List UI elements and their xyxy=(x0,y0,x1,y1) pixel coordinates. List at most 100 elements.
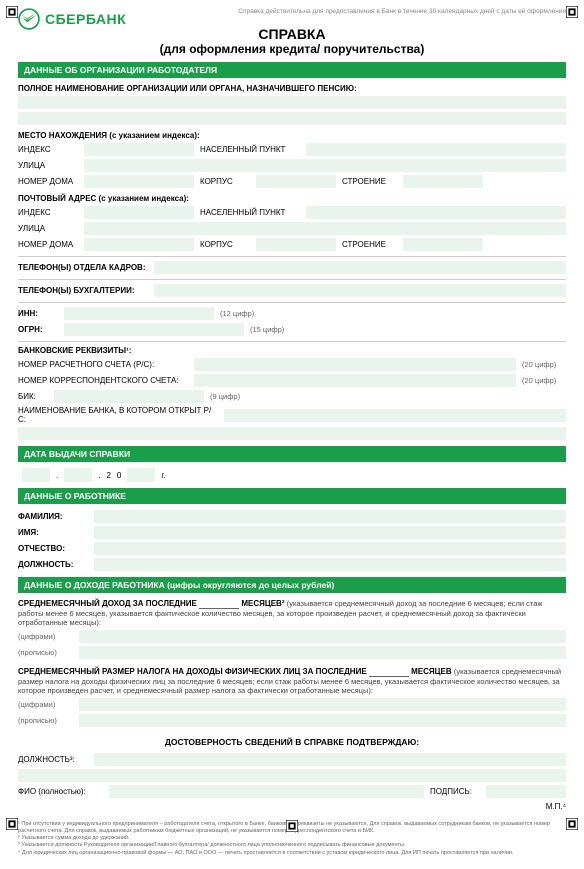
firstname[interactable] xyxy=(94,526,566,539)
location-label: МЕСТО НАХОЖДЕНИЯ (с указанием индекса): xyxy=(18,131,566,140)
date-year-tail[interactable] xyxy=(127,468,155,482)
validity-note: Справка действительна для предоставления… xyxy=(238,8,566,15)
post-settlement-label: НАСЕЛЕННЫЙ ПУНКТ xyxy=(200,208,300,217)
bank-name[interactable] xyxy=(224,409,566,422)
building-label: СТРОЕНИЕ xyxy=(342,177,397,186)
rs[interactable] xyxy=(194,358,516,371)
section-income: ДАННЫЕ О ДОХОДЕ РАБОТНИКА (цифры округля… xyxy=(18,577,566,593)
fio[interactable] xyxy=(109,785,424,798)
footnote-2: ² Указывается сумма дохода до удержаний. xyxy=(18,835,566,842)
patronymic-label: ОТЧЕСТВО: xyxy=(18,544,88,553)
date-y1: 2 xyxy=(106,471,110,480)
rs-label: НОМЕР РАСЧЕТНОГО СЧЕТА (Р/С): xyxy=(18,360,188,369)
section-employee: ДАННЫЕ О РАБОТНИКЕ xyxy=(18,488,566,504)
inn[interactable] xyxy=(64,307,214,320)
sberbank-icon xyxy=(18,8,40,30)
post-building-label: СТРОЕНИЕ xyxy=(342,240,397,249)
words-label-2: (прописью) xyxy=(18,716,73,725)
date-day[interactable] xyxy=(22,468,50,482)
ogrn[interactable] xyxy=(64,323,244,336)
subtitle: (для оформления кредита/ поручительства) xyxy=(18,42,566,56)
bank-name-2[interactable] xyxy=(18,427,566,440)
street-label: УЛИЦА xyxy=(18,161,78,170)
org-fullname-1[interactable] xyxy=(18,96,566,109)
post-settlement[interactable] xyxy=(306,206,566,219)
post-street[interactable] xyxy=(84,222,566,235)
bik[interactable] xyxy=(54,390,204,403)
bik-hint: (9 цифр) xyxy=(210,392,240,401)
inn-label: ИНН: xyxy=(18,309,58,318)
brand-text: СБЕРБАНК xyxy=(45,11,126,27)
tax-b: МЕСЯЦЕВ xyxy=(411,667,451,676)
logo: СБЕРБАНК xyxy=(18,8,126,30)
hr-phone-label: ТЕЛЕФОН(Ы) ОТДЕЛА КАДРОВ: xyxy=(18,263,148,272)
inn-hint: (12 цифр) xyxy=(220,309,254,318)
position[interactable] xyxy=(94,558,566,571)
bik-label: БИК: xyxy=(18,392,48,401)
section-organization: ДАННЫЕ ОБ ОРГАНИЗАЦИИ РАБОТОДАТЕЛЯ xyxy=(18,62,566,78)
house-label: НОМЕР ДОМА xyxy=(18,177,78,186)
position-label: ДОЛЖНОСТЬ: xyxy=(18,560,88,569)
section-date: ДАТА ВЫДАЧИ СПРАВКИ xyxy=(18,446,566,462)
post-idx-label: ИНДЕКС xyxy=(18,208,78,217)
idx-label: ИНДЕКС xyxy=(18,145,78,154)
settlement-label: НАСЕЛЕННЫЙ ПУНКТ xyxy=(200,145,300,154)
ks[interactable] xyxy=(194,374,516,387)
loc-house[interactable] xyxy=(84,175,194,188)
bank-name-label: НАИМЕНОВАНИЕ БАНКА, В КОТОРОМ ОТКРЫТ Р/С… xyxy=(18,406,218,424)
korpus-label: КОРПУС xyxy=(200,177,250,186)
signer-position-2[interactable] xyxy=(18,769,566,782)
words-label-1: (прописью) xyxy=(18,648,73,657)
post-house[interactable] xyxy=(84,238,194,251)
signer-position[interactable] xyxy=(94,753,566,766)
post-korpus-label: КОРПУС xyxy=(200,240,250,249)
acc-phone[interactable] xyxy=(154,284,566,297)
date-y2: 0 xyxy=(117,471,121,480)
patronymic[interactable] xyxy=(94,542,566,555)
name-label: ИМЯ: xyxy=(18,528,88,537)
loc-settlement[interactable] xyxy=(306,143,566,156)
hr-phone[interactable] xyxy=(154,261,566,274)
loc-idx[interactable] xyxy=(84,143,194,156)
ks-hint: (20 цифр) xyxy=(522,376,566,385)
post-house-label: НОМЕР ДОМА xyxy=(18,240,78,249)
mp-label: М.П.⁴ xyxy=(18,802,566,811)
income-words[interactable] xyxy=(79,646,566,659)
rs-hint: (20 цифр) xyxy=(522,360,566,369)
loc-street[interactable] xyxy=(84,159,566,172)
fiducial-top-right xyxy=(566,6,578,18)
surname[interactable] xyxy=(94,510,566,523)
post-label: ПОЧТОВЫЙ АДРЕС (с указанием индекса): xyxy=(18,194,566,203)
avg-income-months[interactable] xyxy=(199,599,239,609)
fiducial-bottom-left xyxy=(6,818,18,830)
income-digits[interactable] xyxy=(79,630,566,643)
tax-months[interactable] xyxy=(369,667,409,677)
surname-label: ФАМИЛИЯ: xyxy=(18,512,88,521)
post-korpus[interactable] xyxy=(256,238,336,251)
signature[interactable] xyxy=(486,785,566,798)
avg-income-a: СРЕДНЕМЕСЯЧНЫЙ ДОХОД ЗА ПОСЛЕДНИЕ xyxy=(18,599,197,608)
org-fullname-2[interactable] xyxy=(18,112,566,125)
digits-label-1: (цифрами) xyxy=(18,632,73,641)
tax-words[interactable] xyxy=(79,714,566,727)
date-month[interactable] xyxy=(64,468,92,482)
footnote-4: ⁴ Для юридических лиц организационно-пра… xyxy=(18,850,566,857)
tax-digits[interactable] xyxy=(79,698,566,711)
digits-label-2: (цифрами) xyxy=(18,700,73,709)
ogrn-label: ОГРН: xyxy=(18,325,58,334)
loc-korpus[interactable] xyxy=(256,175,336,188)
acc-phone-label: ТЕЛЕФОН(Ы) БУХГАЛТЕРИИ: xyxy=(18,286,148,295)
fio-label: ФИО (полностью): xyxy=(18,787,103,796)
loc-building[interactable] xyxy=(403,175,483,188)
date-tail: г. xyxy=(161,471,165,480)
fiducial-bottom-center xyxy=(286,820,298,832)
post-idx[interactable] xyxy=(84,206,194,219)
bank-req-label: БАНКОВСКИЕ РЕКВИЗИТЫ¹: xyxy=(18,346,566,355)
post-street-label: УЛИЦА xyxy=(18,224,78,233)
post-building[interactable] xyxy=(403,238,483,251)
ks-label: НОМЕР КОРРЕСПОНДЕНТСКОГО СЧЕТА: xyxy=(18,376,188,385)
fiducial-top-left xyxy=(6,6,18,18)
confirm-line: ДОСТОВЕРНОСТЬ СВЕДЕНИЙ В СПРАВКЕ ПОДТВЕР… xyxy=(18,737,566,747)
ogrn-hint: (15 цифр) xyxy=(250,325,284,334)
org-fullname-label: ПОЛНОЕ НАИМЕНОВАНИЕ ОРГАНИЗАЦИИ ИЛИ ОРГА… xyxy=(18,84,566,93)
